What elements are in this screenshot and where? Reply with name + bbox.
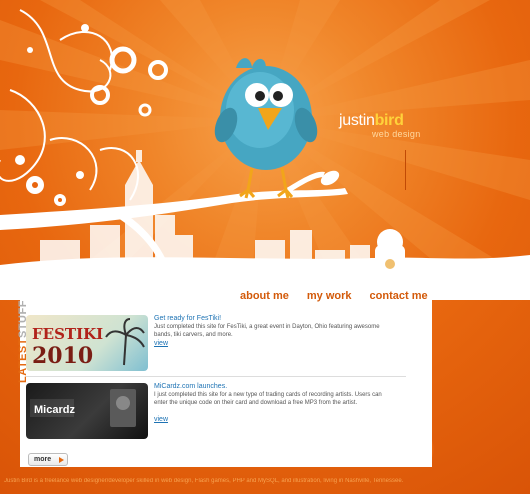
logo-tagline: web design (372, 129, 421, 139)
swirl-ornament (0, 9, 140, 201)
more-button[interactable]: more (28, 453, 68, 466)
item-description: Just completed this site for FesTiki, a … (154, 324, 380, 338)
main-nav: about me my work contact me (240, 290, 428, 302)
nav-about[interactable]: about me (240, 290, 289, 302)
divider (405, 150, 406, 190)
bird-mascot (214, 58, 318, 199)
content-panel (20, 283, 432, 467)
item-view-link[interactable]: view (154, 416, 168, 423)
arrow-right-icon (59, 457, 64, 463)
footer-text: Justin Bird is a freelance web designer/… (4, 478, 404, 484)
svg-text:Micardz: Micardz (34, 404, 75, 416)
micardz-thumbnail[interactable]: Micardz (26, 383, 148, 439)
logo-word-plain: justin (339, 112, 375, 129)
festiki-thumbnail-art: FESTIKI 2010 (32, 318, 145, 369)
item-description: I just completed this site for a new typ… (154, 392, 382, 406)
item-title[interactable]: MiCardz.com launches. (154, 383, 227, 390)
svg-text:FESTIKI: FESTIKI (32, 325, 103, 343)
more-label: more (34, 456, 52, 463)
site-logo[interactable]: justinbird (339, 113, 404, 129)
svg-text:2010: 2010 (32, 343, 93, 369)
flower-ornaments (15, 155, 84, 206)
page-background: justinbird web design about me my work c… (0, 0, 530, 494)
micardz-thumbnail-art: Micardz (30, 389, 136, 427)
logo-word-bold: bird (374, 112, 404, 129)
festiki-thumbnail[interactable]: FESTIKI 2010 (26, 315, 148, 371)
circle-ornaments (27, 24, 168, 117)
nav-contact[interactable]: contact me (370, 290, 428, 302)
item-title[interactable]: Get ready for FesTiki! (154, 315, 221, 322)
item-separator (26, 376, 406, 377)
nav-work[interactable]: my work (307, 290, 352, 302)
item-view-link[interactable]: view (154, 340, 168, 347)
